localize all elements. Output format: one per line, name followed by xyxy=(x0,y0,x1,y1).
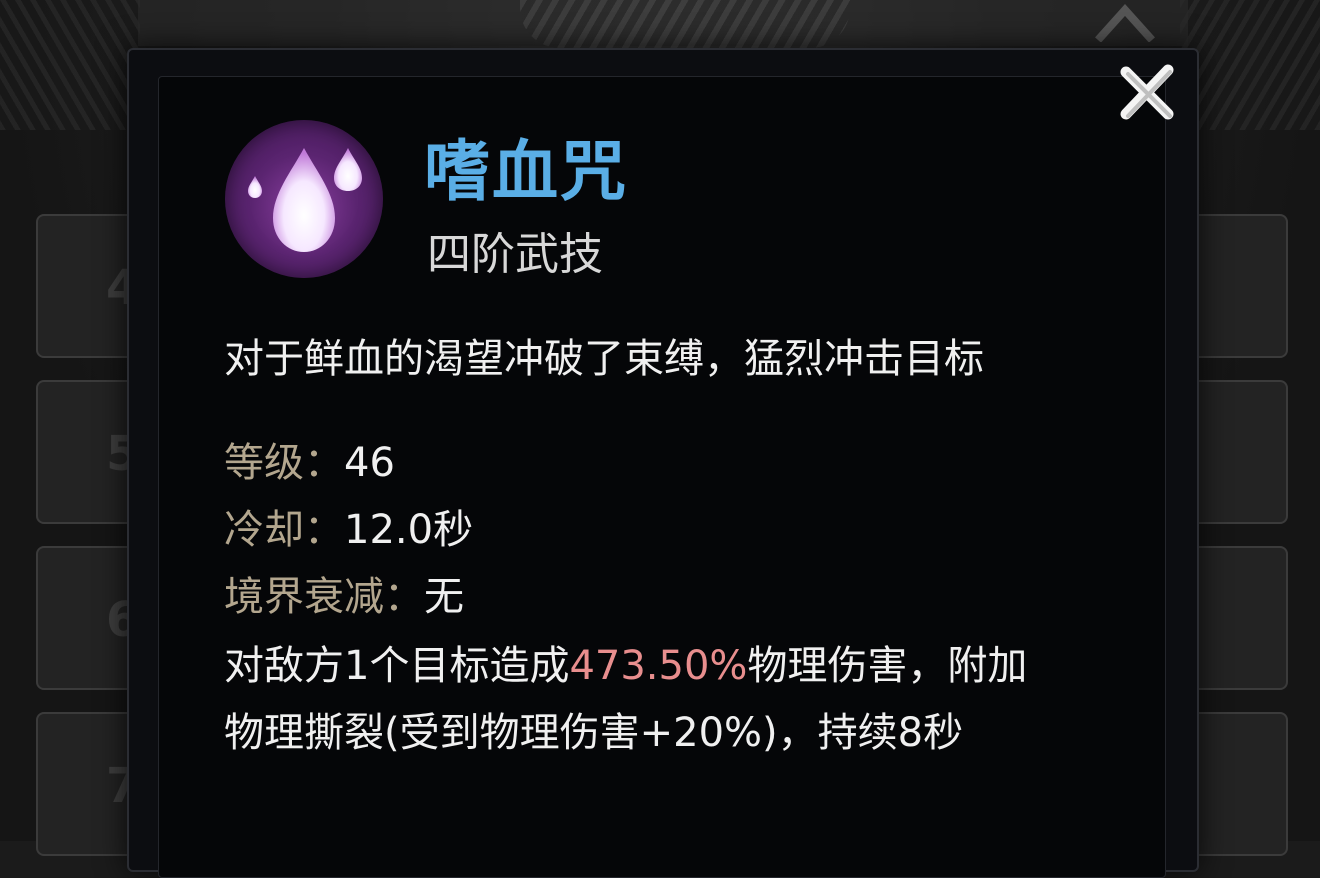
stat-level-value: 46 xyxy=(344,440,395,486)
background-ornament-left xyxy=(0,0,140,130)
scroll-up-arrow-icon xyxy=(1095,4,1155,42)
close-icon[interactable] xyxy=(1118,62,1176,124)
skill-name: 嗜血咒 xyxy=(424,133,628,210)
damage-percent: 473.50% xyxy=(569,643,748,689)
skill-icon xyxy=(225,120,383,278)
stat-realm-decay-label: 境界衰减： xyxy=(224,574,424,620)
stat-cooldown-label: 冷却： xyxy=(224,507,344,553)
skill-description: 对于鲜血的渴望冲破了束缚，猛烈冲击目标 xyxy=(224,336,984,382)
stat-level-label: 等级： xyxy=(224,440,344,486)
background-ornament-right xyxy=(1180,0,1320,130)
effect-prefix: 对敌方1个目标造成 xyxy=(224,643,570,689)
skill-tier: 四阶武技 xyxy=(427,229,603,280)
background-creature-art xyxy=(520,0,850,48)
effect-suffix: 物理伤害，附加 xyxy=(747,643,1028,689)
stat-cooldown: 冷却：12.0秒 xyxy=(224,497,473,555)
stat-cooldown-value: 12.0秒 xyxy=(344,507,474,553)
skill-effect-line-2: 物理撕裂(受到物理伤害+20%)，持续8秒 xyxy=(224,710,964,756)
stat-realm-decay-value: 无 xyxy=(424,574,464,620)
blood-drops-icon xyxy=(248,148,362,252)
stat-level: 等级：46 xyxy=(224,430,395,488)
stat-realm-decay: 境界衰减：无 xyxy=(224,564,464,622)
skill-effect-line-1: 对敌方1个目标造成473.50%物理伤害，附加 xyxy=(224,633,1027,691)
